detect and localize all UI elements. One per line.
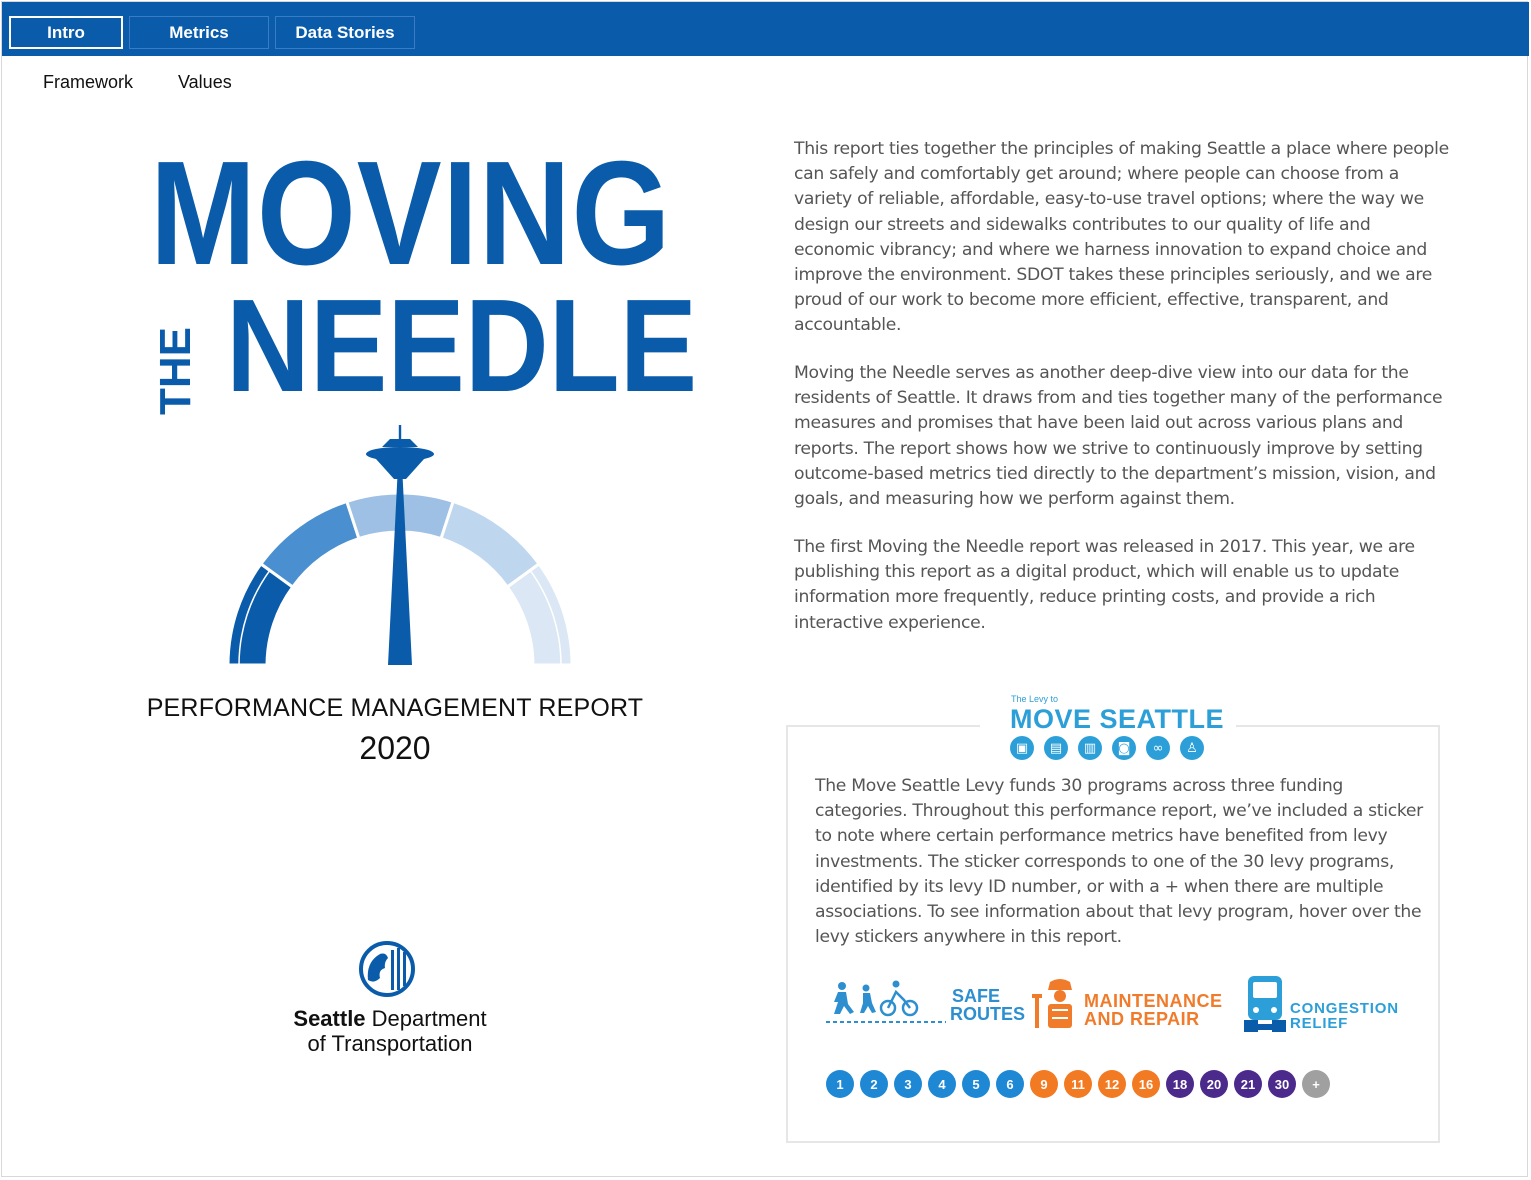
streetcar-icon: ▤ [1044, 736, 1068, 760]
maintenance-repair-label: MAINTENANCE AND REPAIR [1084, 992, 1223, 1028]
top-nav-bar: Intro Metrics Data Stories [2, 2, 1529, 56]
levy-sticker-3[interactable]: 3 [894, 1070, 922, 1098]
levy-sticker-12[interactable]: 12 [1098, 1070, 1126, 1098]
cover-title-the: THE [151, 327, 200, 415]
bus-congestion-icon [1244, 976, 1286, 1032]
levy-sticker-30[interactable]: 30 [1268, 1070, 1296, 1098]
congestion-line1: CONGESTION [1290, 1000, 1399, 1017]
levy-sticker-21[interactable]: 21 [1234, 1070, 1262, 1098]
levy-sticker-plus[interactable]: + [1302, 1070, 1330, 1098]
bicycle-icon: ∞ [1146, 736, 1170, 760]
levy-mode-icons: ▣ ▤ ▥ ◙ ∞ ♙ [1010, 736, 1204, 760]
safe-routes-icon [826, 980, 946, 1023]
sdot-name-line1: Seattle Department [293, 1006, 487, 1031]
levy-sticker-16[interactable]: 16 [1132, 1070, 1160, 1098]
levy-sticker-4[interactable]: 4 [928, 1070, 956, 1098]
intro-paragraph-2: Moving the Needle serves as another deep… [794, 363, 1443, 510]
intro-paragraph-3: The first Moving the Needle report was r… [794, 537, 1415, 633]
cover-title-needle: NEEDLE [226, 272, 698, 419]
tab-intro[interactable]: Intro [9, 16, 123, 49]
safe-routes-line2: ROUTES [950, 1004, 1026, 1024]
levy-logo-name: MOVE SEATTLE [1010, 704, 1225, 734]
bus-icon: ▥ [1078, 736, 1102, 760]
cover-title-moving: MOVING [150, 131, 672, 296]
subnav-framework[interactable]: Framework [43, 72, 133, 93]
maintenance-line2: AND REPAIR [1084, 1009, 1200, 1029]
tab-data-stories[interactable]: Data Stories [275, 16, 415, 49]
levy-sticker-11[interactable]: 11 [1064, 1070, 1092, 1098]
safe-routes-label: SAFE ROUTES [950, 986, 1026, 1024]
pedestrian-icon: ♙ [1180, 736, 1204, 760]
car-icon: ◙ [1112, 736, 1136, 760]
levy-logo-small-text: The Levy to [1011, 694, 1059, 704]
sdot-name-line2: of Transportation [307, 1031, 473, 1056]
space-needle-gauge-illustration [226, 425, 574, 667]
levy-description: The Move Seattle Levy funds 30 programs … [815, 776, 1423, 948]
safe-routes-line1: SAFE [951, 986, 1000, 1006]
levy-stickers-row: 1 2 3 4 5 6 9 11 12 16 18 20 21 30 + [826, 1070, 1330, 1098]
maintenance-worker-icon [1032, 979, 1072, 1028]
levy-sticker-20[interactable]: 20 [1200, 1070, 1228, 1098]
tab-metrics[interactable]: Metrics [129, 16, 269, 49]
report-year: 2020 [359, 730, 431, 766]
levy-sticker-2[interactable]: 2 [860, 1070, 888, 1098]
subnav-values[interactable]: Values [178, 72, 232, 93]
train-icon: ▣ [1010, 736, 1034, 760]
intro-paragraph-1: This report ties together the principles… [794, 139, 1449, 336]
maintenance-line1: MAINTENANCE [1084, 991, 1223, 1011]
levy-sticker-18[interactable]: 18 [1166, 1070, 1194, 1098]
congestion-line2: RELIEF [1290, 1015, 1349, 1032]
sdot-seal-logo [359, 941, 415, 997]
levy-sticker-5[interactable]: 5 [962, 1070, 990, 1098]
levy-sticker-6[interactable]: 6 [996, 1070, 1024, 1098]
levy-sticker-1[interactable]: 1 [826, 1070, 854, 1098]
report-title: PERFORMANCE MANAGEMENT REPORT [146, 694, 644, 722]
levy-sticker-9[interactable]: 9 [1030, 1070, 1058, 1098]
congestion-relief-label: CONGESTION RELIEF [1290, 1001, 1399, 1031]
